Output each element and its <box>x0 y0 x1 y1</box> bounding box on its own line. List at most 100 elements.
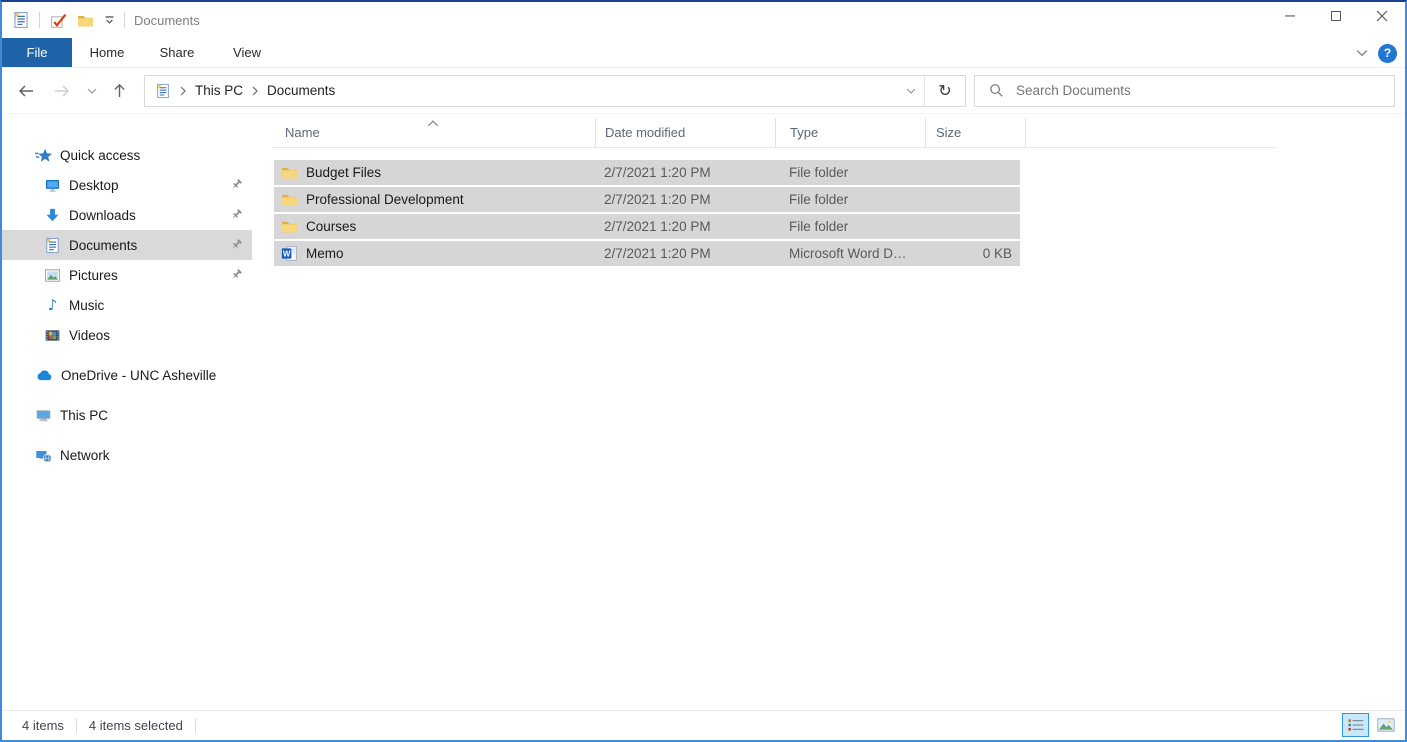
word-document-icon <box>281 245 298 262</box>
tab-share[interactable]: Share <box>142 38 212 67</box>
sidebar-item-label: Desktop <box>69 178 119 193</box>
sidebar-item-this-pc[interactable]: This PC <box>2 400 252 430</box>
table-row[interactable]: Memo 2/7/2021 1:20 PM Microsoft Word D… … <box>274 241 1020 266</box>
tab-file[interactable]: File <box>2 38 72 67</box>
folder-icon <box>281 218 298 235</box>
details-view-button[interactable] <box>1342 713 1369 737</box>
help-button[interactable]: ? <box>1378 44 1397 63</box>
pin-icon <box>229 178 243 192</box>
sidebar-item-videos[interactable]: Videos <box>2 320 252 350</box>
qat-folder-button[interactable] <box>77 12 94 29</box>
onedrive-cloud-icon <box>35 367 53 384</box>
sort-ascending-icon <box>427 120 439 127</box>
date-modified-cell: 2/7/2021 1:20 PM <box>595 192 775 207</box>
arrow-up-icon <box>112 82 127 99</box>
address-bar[interactable]: This PC Documents ↻ <box>144 75 966 107</box>
tab-view[interactable]: View <box>212 38 282 67</box>
arrow-right-icon <box>53 83 71 99</box>
file-name-cell: Professional Development <box>274 191 595 208</box>
breadcrumb-documents[interactable]: Documents <box>267 83 335 98</box>
titlebar: Documents <box>2 2 1405 38</box>
folder-icon <box>77 12 94 29</box>
breadcrumb-this-pc[interactable]: This PC <box>195 83 243 98</box>
maximize-button[interactable] <box>1313 0 1359 32</box>
file-name: Budget Files <box>306 165 381 180</box>
search-input[interactable] <box>1004 83 1394 98</box>
table-row[interactable]: Budget Files 2/7/2021 1:20 PM File folde… <box>274 160 1020 185</box>
sidebar-item-downloads[interactable]: Downloads <box>2 200 252 230</box>
pin-icon <box>229 268 243 282</box>
column-header-filler <box>1025 118 1275 148</box>
table-row[interactable]: Professional Development 2/7/2021 1:20 P… <box>274 187 1020 212</box>
window-title: Documents <box>134 13 200 28</box>
videos-icon <box>44 327 61 344</box>
date-modified-cell: 2/7/2021 1:20 PM <box>595 165 775 180</box>
sidebar-item-documents[interactable]: Documents <box>2 230 252 260</box>
file-explorer-window: Documents File Home Share View ? This PC… <box>0 0 1407 742</box>
pictures-icon <box>44 267 61 284</box>
file-name-cell: Memo <box>274 245 595 262</box>
date-modified-cell: 2/7/2021 1:20 PM <box>595 219 775 234</box>
titlebar-separator <box>124 12 125 28</box>
chevron-down-icon <box>87 88 97 94</box>
explorer-icon <box>155 83 171 99</box>
quick-access-star-icon <box>35 147 52 164</box>
pin-icon <box>229 208 243 222</box>
file-list-pane: Name Date modified Type Size Budget File… <box>252 114 1405 710</box>
sidebar-item-label: Network <box>60 448 110 463</box>
desktop-icon <box>44 177 61 194</box>
ribbon-right-controls: ? <box>1356 38 1397 68</box>
sidebar-item-pictures[interactable]: Pictures <box>2 260 252 290</box>
search-box <box>974 75 1395 107</box>
type-cell: File folder <box>775 219 925 234</box>
file-name: Memo <box>306 246 344 261</box>
up-button[interactable] <box>104 75 134 107</box>
recent-locations-button[interactable] <box>80 75 104 107</box>
checkbox-icon <box>50 12 67 29</box>
column-header-size[interactable]: Size <box>925 118 1025 148</box>
sidebar-item-label: Quick access <box>60 148 140 163</box>
back-button[interactable] <box>8 75 44 107</box>
sidebar-item-music[interactable]: Music <box>2 290 252 320</box>
arrow-left-icon <box>17 83 35 99</box>
column-header-date-modified[interactable]: Date modified <box>595 118 775 148</box>
pin-icon <box>229 238 243 252</box>
folder-icon <box>281 191 298 208</box>
folder-icon <box>281 164 298 181</box>
chevron-down-icon <box>906 88 916 94</box>
large-icons-view-button[interactable] <box>1372 713 1399 737</box>
file-name-cell: Budget Files <box>274 164 595 181</box>
music-note-icon <box>44 296 61 314</box>
close-button[interactable] <box>1359 0 1405 32</box>
search-icon <box>989 83 1004 98</box>
explorer-app-icon <box>12 11 30 29</box>
sidebar-item-label: Music <box>69 298 104 313</box>
forward-button[interactable] <box>44 75 80 107</box>
sidebar-item-onedrive[interactable]: OneDrive - UNC Asheville <box>2 360 252 390</box>
type-cell: File folder <box>775 165 925 180</box>
column-header-type[interactable]: Type <box>775 118 925 148</box>
expand-ribbon-chevron-icon[interactable] <box>1356 49 1368 57</box>
refresh-button[interactable]: ↻ <box>925 76 965 106</box>
sidebar-item-network[interactable]: Network <box>2 440 252 470</box>
sidebar-item-label: OneDrive - UNC Asheville <box>61 368 216 383</box>
sidebar-item-label: Downloads <box>69 208 136 223</box>
chevron-right-icon <box>252 86 258 96</box>
downloads-icon <box>44 207 61 224</box>
minimize-button[interactable] <box>1267 0 1313 32</box>
address-dropdown-button[interactable] <box>898 76 924 106</box>
date-modified-cell: 2/7/2021 1:20 PM <box>595 246 775 261</box>
status-separator <box>195 718 196 733</box>
size-cell: 0 KB <box>925 246 1020 261</box>
table-row[interactable]: Courses 2/7/2021 1:20 PM File folder <box>274 214 1020 239</box>
qat-customize-dropdown[interactable] <box>104 15 115 26</box>
tab-home[interactable]: Home <box>72 38 142 67</box>
document-icon <box>44 237 61 254</box>
maximize-icon <box>1331 11 1341 21</box>
qat-checkbox-button[interactable] <box>50 12 67 29</box>
chevron-down-icon <box>104 15 115 26</box>
type-cell: File folder <box>775 192 925 207</box>
sidebar-item-quick-access[interactable]: Quick access <box>2 140 252 170</box>
sidebar-item-desktop[interactable]: Desktop <box>2 170 252 200</box>
titlebar-separator <box>39 12 40 28</box>
